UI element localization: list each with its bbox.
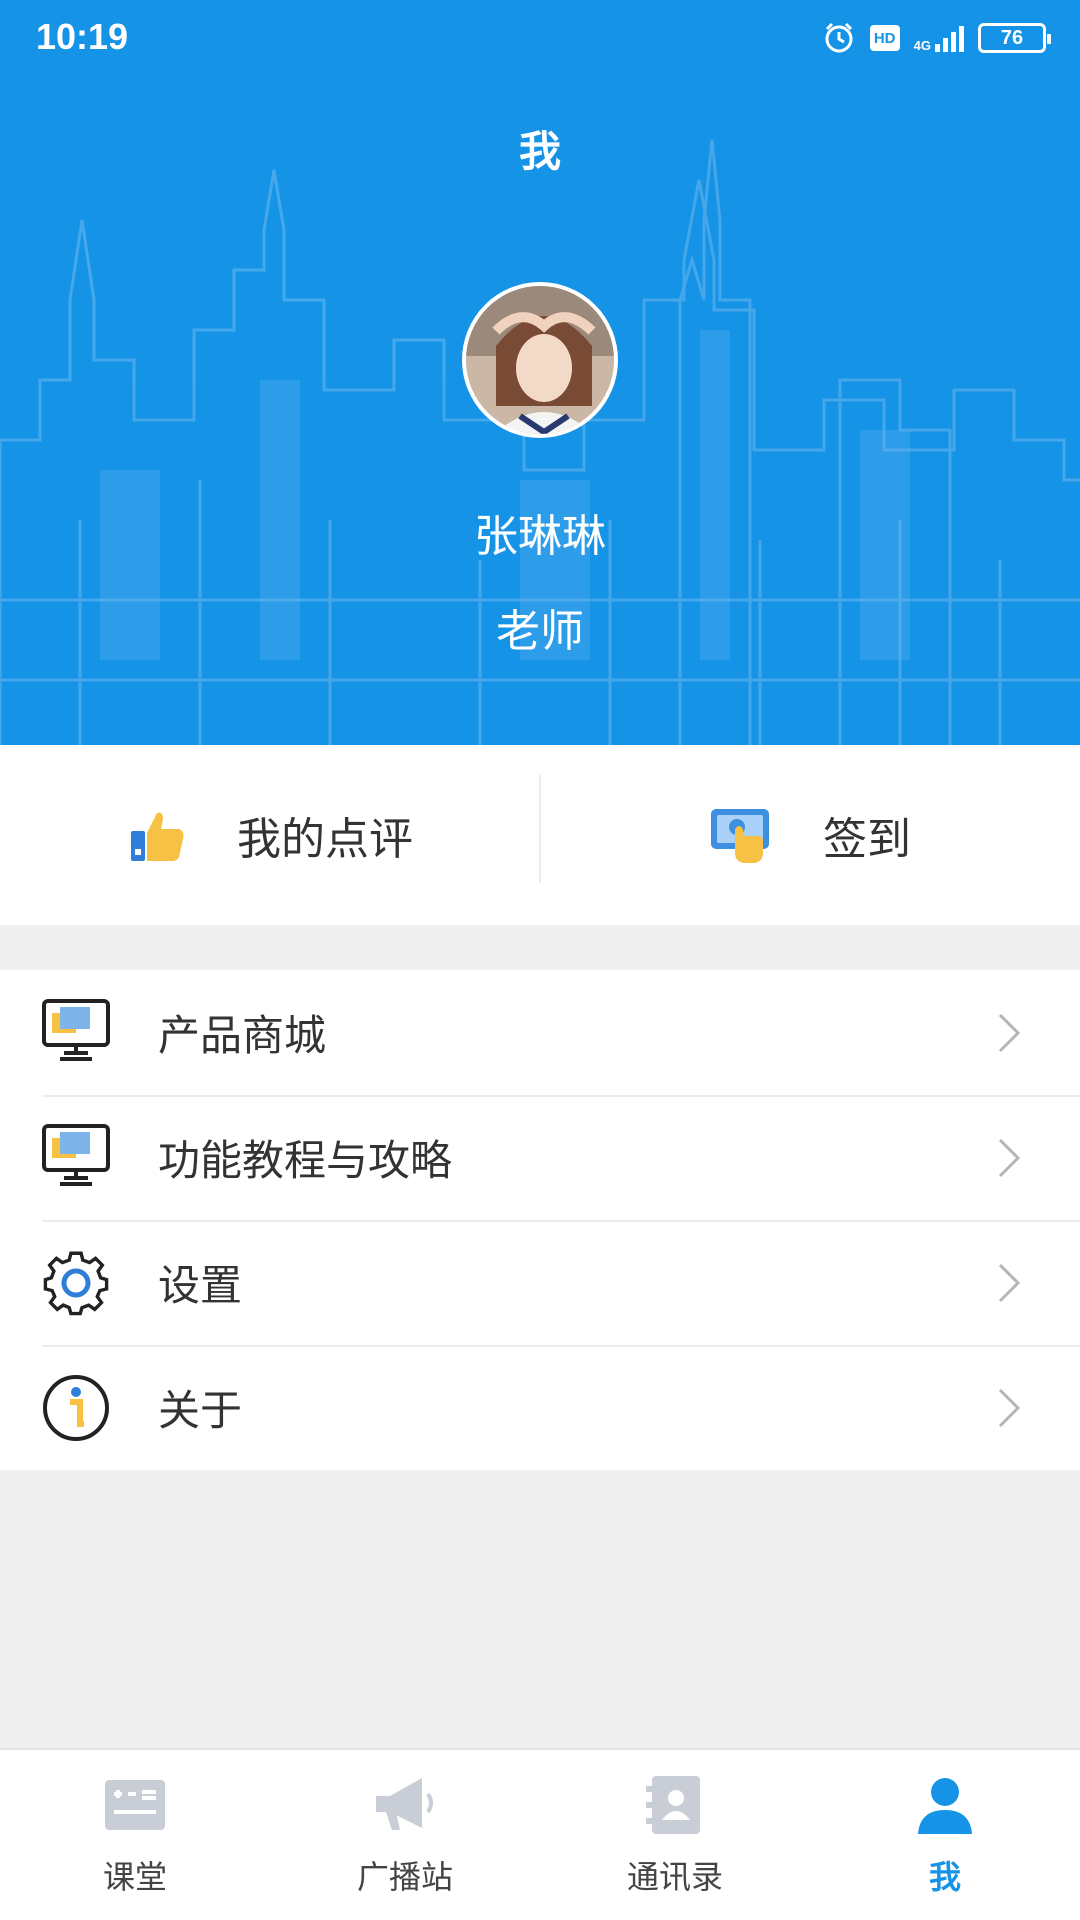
- menu-label: 关于: [158, 1386, 243, 1435]
- chevron-right-icon: [998, 1013, 1021, 1052]
- settings-menu: 产品商城 功能教程与攻略 设置 关于: [0, 970, 1080, 1470]
- alarm-icon: [825, 22, 853, 53]
- network-type: 4G: [913, 38, 931, 53]
- status-bar: 10:19 HD 4G 76: [0, 0, 1080, 80]
- hd-icon: HD: [869, 25, 900, 51]
- tab-contacts[interactable]: 通讯录: [540, 1750, 810, 1920]
- bottom-tab-bar: 课堂 广播站 通讯录 我: [0, 1748, 1080, 1920]
- tab-label: 课堂: [102, 1858, 167, 1896]
- thumbs-up-icon: [131, 812, 184, 861]
- page-title: 我: [518, 127, 561, 176]
- status-time: 10:19: [36, 16, 129, 57]
- gear-icon: [43, 1251, 109, 1315]
- menu-label: 功能教程与攻略: [158, 1136, 453, 1185]
- menu-item-tutorials[interactable]: 功能教程与攻略: [0, 1095, 1080, 1220]
- tab-label: 我: [928, 1858, 961, 1896]
- my-reviews-label: 我的点评: [237, 814, 413, 865]
- tab-broadcast[interactable]: 广播站: [270, 1750, 540, 1920]
- menu-item-settings[interactable]: 设置: [0, 1220, 1080, 1345]
- menu-item-about[interactable]: 关于: [0, 1345, 1080, 1470]
- chevron-right-icon: [998, 1388, 1021, 1427]
- monitor-icon: [42, 1123, 110, 1186]
- user-name: 张琳琳: [474, 511, 606, 562]
- contacts-icon: [646, 1776, 700, 1834]
- tap-sign-in-icon: [711, 809, 769, 863]
- tab-me[interactable]: 我: [810, 1750, 1080, 1920]
- profile-header: 10:19 HD 4G 76 我 张琳琳 老师: [0, 0, 1080, 745]
- megaphone-icon: [376, 1778, 433, 1830]
- tab-label: 通讯录: [626, 1858, 723, 1896]
- battery-level: 76: [1000, 26, 1024, 49]
- avatar[interactable]: [462, 282, 618, 438]
- chevron-right-icon: [998, 1263, 1021, 1302]
- menu-label: 设置: [158, 1261, 243, 1310]
- tab-classroom[interactable]: 课堂: [0, 1750, 270, 1920]
- chevron-right-icon: [998, 1138, 1021, 1177]
- classroom-icon: [105, 1780, 165, 1830]
- quick-actions: 我的点评 签到: [0, 745, 1080, 925]
- menu-label: 产品商城: [158, 1011, 327, 1060]
- my-reviews-button[interactable]: 我的点评: [0, 745, 540, 925]
- status-icons: HD 4G 76: [822, 18, 1051, 58]
- info-icon: [43, 1374, 109, 1441]
- battery-icon: 76: [978, 23, 1051, 53]
- sign-in-label: 签到: [823, 814, 911, 865]
- person-icon: [918, 1778, 972, 1834]
- monitor-icon: [42, 998, 110, 1061]
- user-role: 老师: [496, 606, 584, 657]
- signal-icon: 4G: [914, 24, 964, 52]
- menu-item-product-store[interactable]: 产品商城: [0, 970, 1080, 1095]
- sign-in-button[interactable]: 签到: [540, 745, 1080, 925]
- tab-label: 广播站: [356, 1858, 453, 1896]
